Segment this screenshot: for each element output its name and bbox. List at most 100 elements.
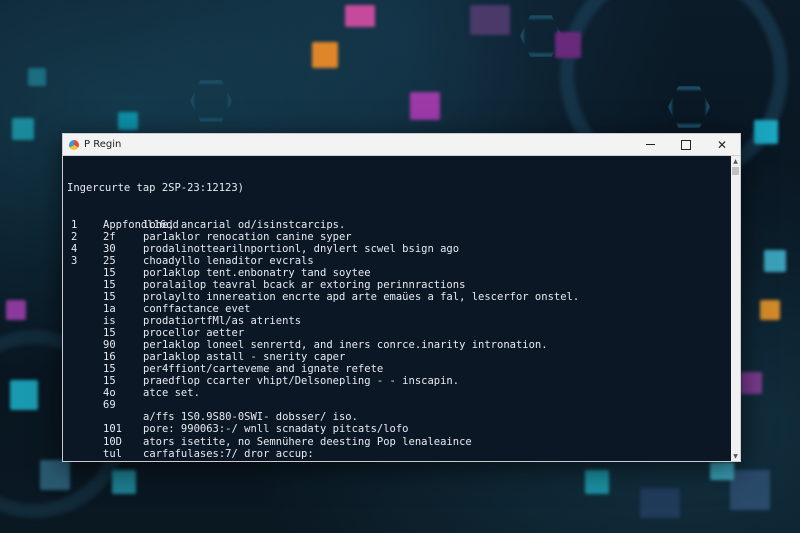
line-code: 30 [103, 242, 116, 255]
line-text: prodatiortfMl/as atrients [143, 315, 302, 328]
line-text: pore: 990063:-/ wnll scnadaty pitcats/lo… [143, 423, 409, 436]
line-text: a/ffs 1S0.9S80-0SWI- dobsser/ iso. [143, 411, 358, 424]
console-line: 15 poralailop teavral bcack ar extoring p… [67, 279, 725, 291]
minimize-icon [645, 144, 655, 145]
line-code: 15 [103, 375, 116, 388]
console-line: 15 por1aklop tent.enbonatry tand soytee [67, 267, 725, 279]
line-text: prolaylto innereation encrte apd arte em… [143, 290, 580, 303]
line-text: conffactance evet [143, 303, 251, 316]
line-code: 90 [103, 339, 116, 352]
console-line: 15 prolaylto innereation encrte apd arte … [67, 291, 725, 303]
line-code: 15 [103, 290, 116, 303]
line-text: par1aklop astall - snerity caper [143, 351, 346, 364]
line-number [67, 279, 103, 291]
line-number [67, 460, 103, 461]
line-text: curllas,! b/ls [143, 460, 725, 461]
maximize-icon [681, 139, 691, 150]
line-text: procellor aetter [143, 327, 245, 340]
console-line: 4o atce set. [67, 387, 725, 399]
line-text [143, 399, 725, 411]
console-line: 3 25 choadyllo lenaditor evcrals [67, 255, 725, 267]
minimize-button[interactable] [632, 134, 668, 155]
line-number [67, 436, 103, 448]
line-number [67, 423, 103, 435]
window-title: P Regin [84, 139, 122, 150]
line-text: ators isetite, no Semnühere deesting Pop… [143, 435, 472, 448]
line-number: 4 [71, 242, 78, 255]
line-text: per4ffiont/carteveme and ignate refete [143, 363, 384, 376]
line-text: per1aklop loneel senrertd, and iners con… [143, 339, 548, 352]
line-text: carfafulases:7/ dror accup: [143, 447, 314, 460]
maximize-button[interactable] [668, 134, 704, 155]
line-code: 15 [103, 327, 116, 340]
console-line: 15 per4ffiont/carteveme and ignate refete [67, 363, 725, 375]
line-number [67, 303, 103, 315]
line-number [67, 387, 103, 399]
console-output[interactable]: Ingercurte tap 2SP-23:12123) 1 Appfondl16… [63, 156, 731, 461]
scroll-thumb[interactable] [732, 167, 739, 175]
console-line: 69 [67, 399, 725, 411]
line-number: 2 [71, 230, 78, 243]
console-line: 1a conffactance evet [67, 303, 725, 315]
scroll-up-icon[interactable]: ▲ [731, 156, 740, 166]
line-code: 101 [103, 423, 122, 436]
line-code: 1a [103, 303, 116, 316]
console-line: tul carfafulases:7/ dror accup: [67, 448, 725, 460]
console-line: 2 2f par1aklor renocation canine syper [67, 231, 725, 243]
console-line: a/ffs 1S0.9S80-0SWI- dobsser/ iso. [67, 411, 725, 423]
line-number: 3 [71, 254, 78, 267]
console-line: 15 praedflop ccarter vhipt/Delsonepling -… [67, 375, 725, 387]
line-code: 15 [103, 363, 116, 376]
line-number [67, 351, 103, 363]
line-number [67, 448, 103, 460]
line-code: tul [103, 447, 122, 460]
console-line: 90 per1aklop loneel senrertd, and iners c… [67, 339, 725, 351]
close-icon: ✕ [716, 137, 728, 152]
console-line: curllas,! b/ls [67, 460, 725, 461]
line-code: Appfondl16dd [103, 218, 179, 231]
line-text: par1aklor renocation canine syper [143, 230, 352, 243]
line-number [67, 339, 103, 351]
line-number [67, 315, 103, 327]
console-line: 101 pore: 990063:-/ wnll scnadaty pitcats… [67, 423, 725, 435]
line-number [67, 375, 103, 387]
close-button[interactable]: ✕ [704, 134, 740, 155]
line-number [67, 267, 103, 279]
scroll-down-icon[interactable]: ▼ [731, 451, 740, 461]
line-text: por1aklop tent.enbonatry tand soytee [143, 266, 371, 279]
line-code: is [103, 315, 116, 328]
line-text: prodalinottearilnportionl, dnylert scwel… [143, 242, 460, 255]
terminal-window: P Regin ✕ Ingercurte tap 2SP-23:12123) 1… [62, 133, 741, 462]
line-code: 10D [103, 435, 122, 448]
title-bar[interactable]: P Regin ✕ [63, 134, 740, 156]
line-code: 69 [103, 399, 116, 412]
console-line: 4 30 prodalinottearilnportionl, dnylert sc… [67, 243, 725, 255]
line-code: 25 [103, 254, 116, 267]
console-line: 16 par1aklop astall - snerity caper [67, 351, 725, 363]
line-text: lone, ancarial od/isinstcarcips. [143, 218, 346, 231]
line-text: poralailop teavral bcack ar extoring per… [143, 278, 466, 291]
line-number [67, 327, 103, 339]
console-header: Ingercurte tap 2SP-23:12123) [67, 182, 245, 195]
line-number [67, 399, 103, 411]
line-code: 15 [103, 266, 116, 279]
line-number [67, 291, 103, 303]
line-text: atce set. [143, 387, 200, 400]
line-code: 2f [103, 230, 116, 243]
line-number: 1 [71, 218, 78, 231]
line-number [67, 411, 103, 423]
line-code: 4o [103, 387, 116, 400]
line-number [67, 363, 103, 375]
line-text: praedflop ccarter vhipt/Delsonepling - -… [143, 375, 460, 388]
console-line: is prodatiortfMl/as atrients [67, 315, 725, 327]
console-line: 10D ators isetite, no Semnühere deesting … [67, 436, 725, 448]
line-code: 15 [103, 278, 116, 291]
line-code: 16 [103, 351, 116, 364]
line-text: choadyllo lenaditor evcrals [143, 254, 314, 267]
console-line: 15 procellor aetter [67, 327, 725, 339]
app-icon [69, 139, 79, 150]
console-line: 1 Appfondl16dd lone, ancarial od/isinstcar… [67, 219, 725, 231]
scrollbar[interactable]: ▲ ▼ [731, 156, 740, 461]
